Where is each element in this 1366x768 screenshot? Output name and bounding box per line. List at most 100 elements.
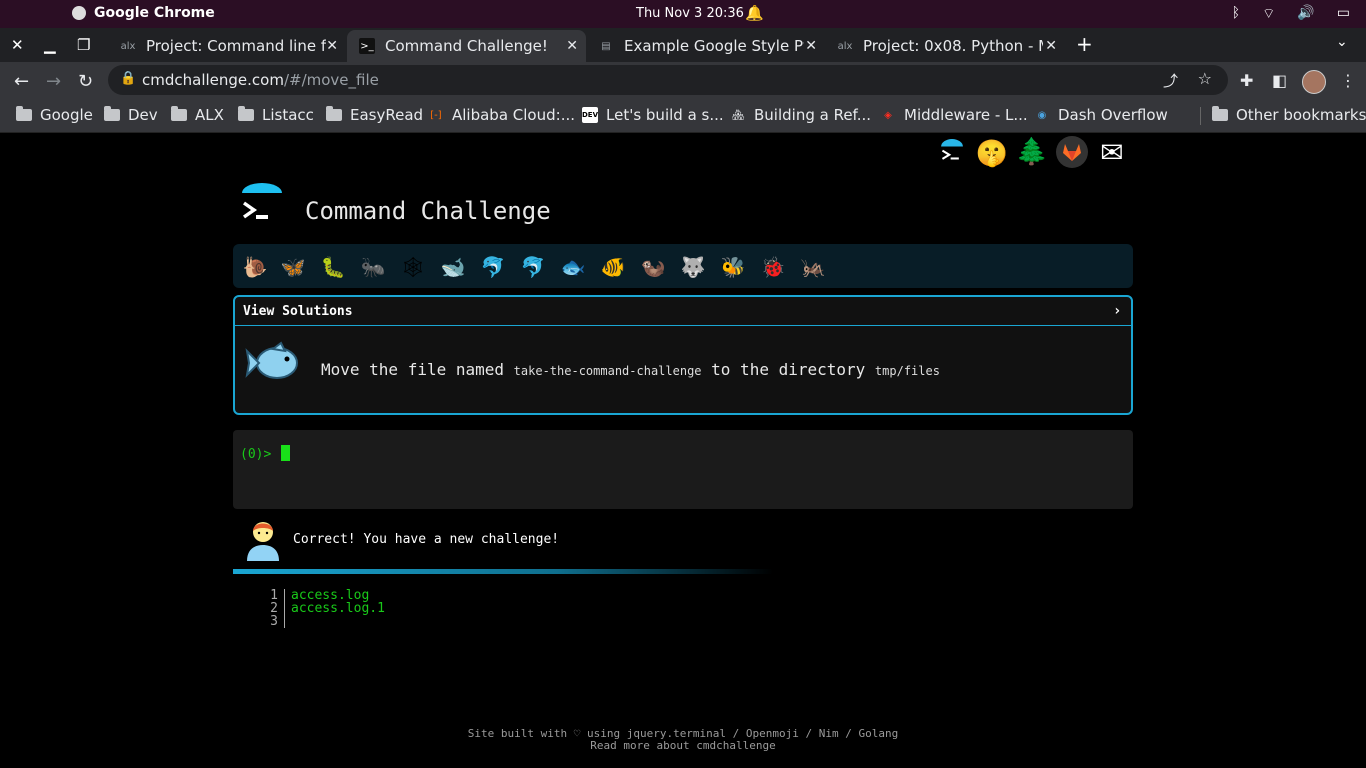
battery-icon[interactable]: ▭ <box>1337 5 1350 23</box>
level-snail-icon[interactable]: 🐌 <box>241 253 269 281</box>
terminal-prompt: (0)> <box>240 447 272 462</box>
bookmark-other-bookmarks[interactable]: Other bookmarks <box>1212 106 1366 124</box>
view-solutions-header[interactable]: View Solutions › <box>235 297 1131 326</box>
bookmarks-bar: Google Dev ALX Listacc EasyRead [-] Aliba… <box>0 100 1366 133</box>
tree-icon[interactable]: 🌲 <box>1016 136 1048 168</box>
bell-icon[interactable]: 🔔 <box>745 4 764 22</box>
bookmark-middleware[interactable]: ◈ Middleware - L... <box>880 106 1028 124</box>
address-bar[interactable]: 🔒 cmdchallenge.com/#/move_file ⤴ ☆ <box>108 65 1228 95</box>
tab-project-command-line[interactable]: alx Project: Command line for ✕ <box>108 30 346 62</box>
progress-bar <box>233 569 773 574</box>
share-icon[interactable]: ⤴ <box>1163 70 1178 91</box>
bookmark-easyread[interactable]: EasyRead <box>326 106 423 124</box>
chrome-icon <box>72 6 86 20</box>
output-line: 2 access.log.1 <box>262 602 385 615</box>
tab-label: Project: 0x08. Python - Mo <box>863 37 1043 55</box>
tab-close-icon[interactable]: ✕ <box>326 38 338 54</box>
view-solutions-label: View Solutions <box>243 304 353 319</box>
feedback-text: Correct! You have a new challenge! <box>293 532 560 547</box>
folder-icon <box>1212 106 1228 121</box>
bookmark-dev[interactable]: Dev <box>104 106 158 124</box>
volume-icon[interactable]: 🔊 <box>1297 5 1314 23</box>
level-spiderweb-icon[interactable]: 🕸 <box>399 253 427 281</box>
url-text[interactable]: cmdchallenge.com/#/move_file <box>142 71 379 89</box>
folder-icon <box>104 106 120 121</box>
building-icon: 🏘 <box>731 109 745 121</box>
tab-label: Command Challenge! <box>385 37 548 55</box>
reload-icon[interactable]: ↻ <box>78 71 93 92</box>
side-panel-icon[interactable]: ◧ <box>1272 71 1287 90</box>
level-bee-icon[interactable]: 🐝 <box>719 253 747 281</box>
terminal-logo-icon[interactable] <box>936 136 968 168</box>
tab-search-chevron-icon[interactable]: ⌄ <box>1336 34 1348 50</box>
tab-project-python[interactable]: alx Project: 0x08. Python - Mo ✕ <box>825 30 1065 62</box>
bookmark-building-a-ref[interactable]: 🏘 Building a Ref... <box>730 106 871 124</box>
level-fish-icon[interactable]: 🐟 <box>559 253 587 281</box>
wifi-icon[interactable]: ⌔ <box>1262 5 1275 23</box>
book-favicon-icon: ▤ <box>601 40 611 52</box>
bookmark-lets-build[interactable]: DEV Let's build a s... <box>582 106 724 124</box>
back-arrow-icon[interactable]: ← <box>14 71 29 92</box>
extensions-icon[interactable]: ✚ <box>1240 71 1253 90</box>
alx-favicon-icon: alx <box>837 40 853 52</box>
level-butterfly-icon[interactable]: 🦋 <box>279 253 307 281</box>
folder-icon <box>16 106 32 121</box>
tab-strip: ✕ ▁ ❐ alx Project: Command line for ✕ >_… <box>0 28 1366 62</box>
level-caterpillar-icon[interactable]: 🐛 <box>319 253 347 281</box>
active-app[interactable]: Google Chrome <box>72 5 215 21</box>
bluetooth-icon[interactable]: ᛒ <box>1232 5 1240 23</box>
tab-example-google-style[interactable]: ▤ Example Google Style Pyth ✕ <box>586 30 825 62</box>
level-otter-icon[interactable]: 🦦 <box>639 253 667 281</box>
level-whale-icon[interactable]: 🐋 <box>439 253 467 281</box>
menu-kebab-icon[interactable]: ⋮ <box>1340 71 1356 90</box>
close-window-icon[interactable]: ✕ <box>11 36 24 54</box>
command-challenge-logo-icon <box>242 183 282 219</box>
task-filename: take-the-command-challenge <box>513 364 702 378</box>
footer-read-more-link[interactable]: Read more about cmdchallenge <box>0 740 1366 752</box>
level-dolphin-gray-icon[interactable]: 🐬 <box>519 253 547 281</box>
tab-label: Example Google Style Pyth <box>624 37 804 55</box>
level-ant-icon[interactable]: 🐜 <box>359 253 387 281</box>
page-title: Command Challenge <box>305 197 551 225</box>
level-dolphin-icon[interactable]: 🐬 <box>479 253 507 281</box>
bookmark-listacc[interactable]: Listacc <box>238 106 314 124</box>
folder-icon <box>326 106 342 121</box>
tab-close-icon[interactable]: ✕ <box>805 38 817 54</box>
lock-icon[interactable]: 🔒 <box>120 71 136 86</box>
folder-icon <box>171 106 187 121</box>
alibaba-cloud-icon: [-] <box>430 109 442 121</box>
clock[interactable]: Thu Nov 3 20:36 <box>636 6 744 21</box>
person-icon <box>247 522 279 561</box>
bookmark-alx[interactable]: ALX <box>171 106 224 124</box>
terminal-input[interactable]: (0)> <box>233 430 1133 509</box>
shushing-face-icon[interactable]: 🤫 <box>976 138 1008 170</box>
command-output: 1 access.log 2 access.log.1 3 <box>262 589 385 628</box>
dash-overflow-icon: ◉ <box>1037 109 1047 121</box>
system-top-bar: Google Chrome Thu Nov 3 20:36 🔔 ᛒ ⌔ 🔊 ▭ <box>0 0 1366 28</box>
bookmark-dash-overflow[interactable]: ◉ Dash Overflow <box>1034 106 1168 124</box>
tab-command-challenge[interactable]: >_ Command Challenge! ✕ <box>347 30 586 62</box>
minimize-window-icon[interactable]: ▁ <box>44 36 56 54</box>
level-ladybug-icon[interactable]: 🐞 <box>759 253 787 281</box>
level-wolf-icon[interactable]: 🐺 <box>679 253 707 281</box>
forward-arrow-icon[interactable]: → <box>46 71 61 92</box>
level-grasshopper-icon[interactable]: 🦗 <box>799 253 827 281</box>
restore-window-icon[interactable]: ❐ <box>77 36 90 54</box>
level-selector: 🐌 🦋 🐛 🐜 🕸 🐋 🐬 🐬 🐟 🐠 🦦 🐺 🐝 🐞 🦗 <box>233 244 1133 288</box>
alx-favicon-icon: alx <box>120 40 136 52</box>
level-tropical-fish-icon[interactable]: 🐠 <box>599 253 627 281</box>
tab-close-icon[interactable]: ✕ <box>1045 38 1057 54</box>
dev-to-icon: DEV <box>582 107 598 123</box>
profile-avatar[interactable] <box>1302 70 1326 94</box>
page-content: 🤫 🌲 ✉ Command Challenge 🐌 🦋 🐛 🐜 🕸 🐋 🐬 🐬 … <box>0 133 1366 768</box>
email-icon[interactable]: ✉ <box>1096 136 1128 169</box>
bookmark-alibaba-cloud[interactable]: [-] Alibaba Cloud:... <box>428 106 575 124</box>
chevron-right-icon[interactable]: › <box>1113 303 1121 319</box>
challenge-panel: View Solutions › Move the file named tak… <box>233 295 1133 415</box>
bookmark-google[interactable]: Google <box>16 106 93 124</box>
tab-close-icon[interactable]: ✕ <box>566 38 578 54</box>
footer: Site built with ♡ using jquery.terminal … <box>0 728 1366 752</box>
bookmark-star-icon[interactable]: ☆ <box>1198 69 1212 88</box>
gitlab-icon[interactable] <box>1056 136 1088 168</box>
new-tab-icon[interactable]: + <box>1076 32 1093 56</box>
